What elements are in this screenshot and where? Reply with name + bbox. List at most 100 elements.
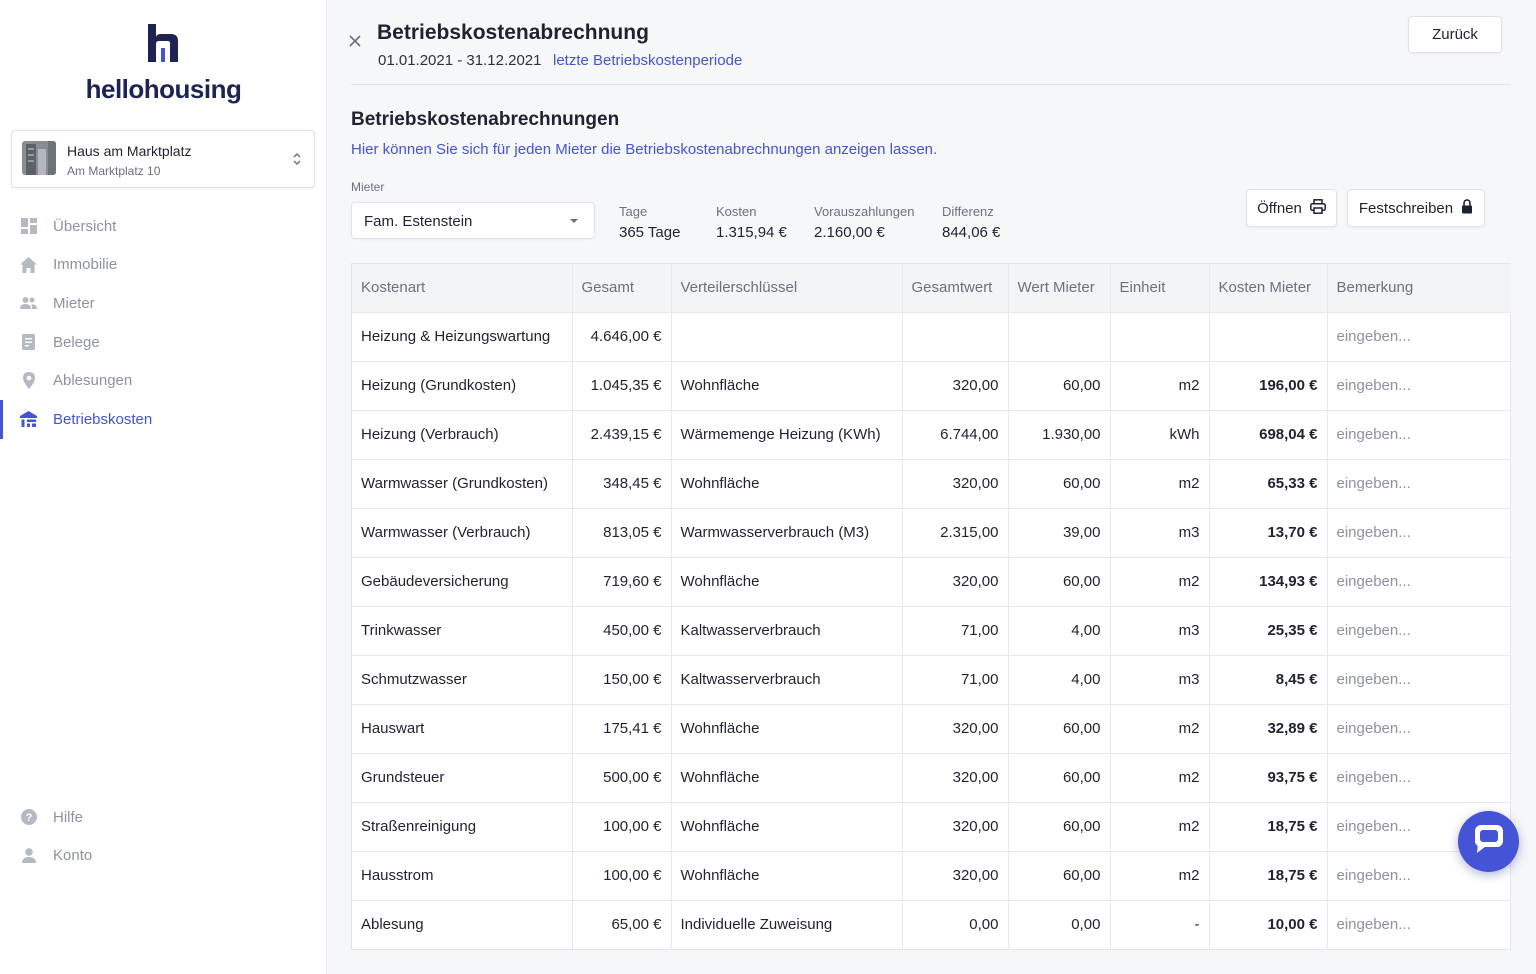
cell-einheit: m3 [1110,606,1210,656]
table-row: Warmwasser (Grundkosten) 348,45 € Wohnfläc… [352,459,1511,509]
cell-kosten-mieter: 10,00 € [1209,900,1328,949]
cell-bemerkung[interactable]: eingeben... [1327,900,1511,949]
column-header: Verteilerschlüssel [671,264,903,313]
cell-wert-mieter: 60,00 [1008,802,1111,852]
cell-bemerkung[interactable]: eingeben... [1327,410,1511,460]
sidebar-item-mieter[interactable]: Mieter [0,284,327,323]
finalize-button[interactable]: Festschreiben [1347,189,1485,227]
tenant-label: Mieter [351,180,385,194]
open-button-label: Öffnen [1257,199,1302,217]
column-header: Kosten Mieter [1209,264,1328,313]
property-address: Am Marktplatz 10 [67,164,161,178]
cell-gesamtwert: 2.315,00 [902,508,1009,558]
stat-differenz: Differenz 844,06 € [942,204,1000,241]
cell-kosten-mieter: 698,04 € [1209,410,1328,460]
sidebar-item-betriebskosten[interactable]: Betriebskosten [0,399,327,439]
cell-gesamtwert: 71,00 [902,655,1009,705]
cell-wert-mieter [1008,312,1111,362]
cell-bemerkung[interactable]: eingeben... [1327,753,1511,803]
table-row: Hausstrom 100,00 € Wohnfläche 320,00 60,00 m2… [352,851,1511,901]
cell-kostenart: Heizung (Verbrauch) [352,410,573,460]
sidebar-item-belege[interactable]: Belege [0,323,327,362]
cell-kostenart: Trinkwasser [352,606,573,656]
home-icon [20,256,37,273]
cell-verteilerschluessel: Kaltwasserverbrauch [671,655,903,705]
logo-mark-icon [147,22,181,64]
cell-verteilerschluessel: Kaltwasserverbrauch [671,606,903,656]
cell-verteilerschluessel: Wohnfläche [671,361,903,411]
cell-gesamtwert: 320,00 [902,459,1009,509]
column-header: Gesamt [572,264,672,313]
back-button[interactable]: Zurück [1408,16,1502,53]
cell-bemerkung[interactable]: eingeben... [1327,361,1511,411]
sidebar-item-label: Betriebskosten [53,410,153,428]
cell-kosten-mieter: 32,89 € [1209,704,1328,754]
cell-gesamt: 348,45 € [572,459,672,509]
cell-bemerkung[interactable]: eingeben... [1327,459,1511,509]
sidebar-item-immobilie[interactable]: Immobilie [0,246,327,285]
table-row: Warmwasser (Verbrauch) 813,05 € Warmwasser… [352,508,1511,558]
cell-kosten-mieter: 134,93 € [1209,557,1328,607]
cell-bemerkung[interactable]: eingeben... [1327,508,1511,558]
cell-einheit [1110,312,1210,362]
cell-einheit: m2 [1110,753,1210,803]
cell-verteilerschluessel: Wohnfläche [671,851,903,901]
table-row: Grundsteuer 500,00 € Wohnfläche 320,00 60,00… [352,753,1511,803]
cell-bemerkung[interactable]: eingeben... [1327,655,1511,705]
cell-gesamt: 100,00 € [572,851,672,901]
period-range: 01.01.2021 - 31.12.2021 [378,52,542,69]
sidebar-item-label: Konto [53,847,93,865]
cell-bemerkung[interactable]: eingeben... [1327,606,1511,656]
close-icon[interactable] [348,34,362,48]
cell-kosten-mieter: 18,75 € [1209,802,1328,852]
chat-button[interactable] [1458,811,1519,872]
cell-kostenart: Warmwasser (Grundkosten) [352,459,573,509]
cell-gesamtwert: 320,00 [902,753,1009,803]
column-header: Einheit [1110,264,1210,313]
cell-gesamtwert: 320,00 [902,851,1009,901]
cell-wert-mieter: 0,00 [1008,900,1111,949]
table-row: Schmutzwasser 150,00 € Kaltwasserverbrauch… [352,655,1511,705]
help-icon: ? [20,809,37,826]
sidebar-item-ablesungen[interactable]: Ablesungen [0,361,327,400]
cell-einheit: m3 [1110,508,1210,558]
chevron-updown-icon [292,151,302,167]
table-row: Trinkwasser 450,00 € Kaltwasserverbrauch 71… [352,606,1511,656]
cell-bemerkung[interactable]: eingeben... [1327,704,1511,754]
stat-label: Kosten [716,204,757,219]
table-row: Heizung (Grundkosten) 1.045,35 € Wohnfläch… [352,361,1511,411]
table-row: Gebäudeversicherung 719,60 € Wohnfläche 320… [352,557,1511,607]
cell-bemerkung[interactable]: eingeben... [1327,557,1511,607]
sidebar-item-uebersicht[interactable]: Übersicht [0,207,327,246]
cell-wert-mieter: 4,00 [1008,606,1111,656]
cell-gesamtwert: 6.744,00 [902,410,1009,460]
brand-logo[interactable]: hellohousing [0,22,327,105]
open-button[interactable]: Öffnen [1246,189,1337,227]
cell-bemerkung[interactable]: eingeben... [1327,312,1511,362]
period-link[interactable]: letzte Betriebskostenperiode [553,52,742,69]
cell-gesamt: 1.045,35 € [572,361,672,411]
utility-icon [20,411,37,428]
cell-gesamt: 719,60 € [572,557,672,607]
cell-kosten-mieter: 93,75 € [1209,753,1328,803]
cost-table: Kostenart Gesamt Verteilerschlüssel Gesa… [351,263,1511,950]
cell-wert-mieter: 60,00 [1008,557,1111,607]
cell-wert-mieter: 4,00 [1008,655,1111,705]
cell-gesamt: 175,41 € [572,704,672,754]
cell-wert-mieter: 39,00 [1008,508,1111,558]
page-title: Betriebskostenabrechnung [377,21,649,44]
cell-kostenart: Straßenreinigung [352,802,573,852]
sidebar-item-hilfe[interactable]: ? Hilfe [0,798,327,837]
table-row: Hauswart 175,41 € Wohnfläche 320,00 60,00 m2 3… [352,704,1511,754]
lock-icon [1461,198,1473,218]
tenant-select[interactable]: Fam. Estenstein [351,202,595,239]
sidebar-item-label: Mieter [53,294,95,312]
cell-gesamt: 2.439,15 € [572,410,672,460]
sidebar-item-konto[interactable]: Konto [0,837,327,876]
sidebar-bottom-nav: ? Hilfe Konto [0,798,327,875]
cell-verteilerschluessel [671,312,903,362]
property-switcher[interactable]: Haus am Marktplatz Am Marktplatz 10 [11,130,315,188]
dashboard-icon [20,218,37,235]
main-content: Betriebskostenabrechnung 01.01.2021 - 31… [327,0,1536,974]
cell-gesamtwert [902,312,1009,362]
